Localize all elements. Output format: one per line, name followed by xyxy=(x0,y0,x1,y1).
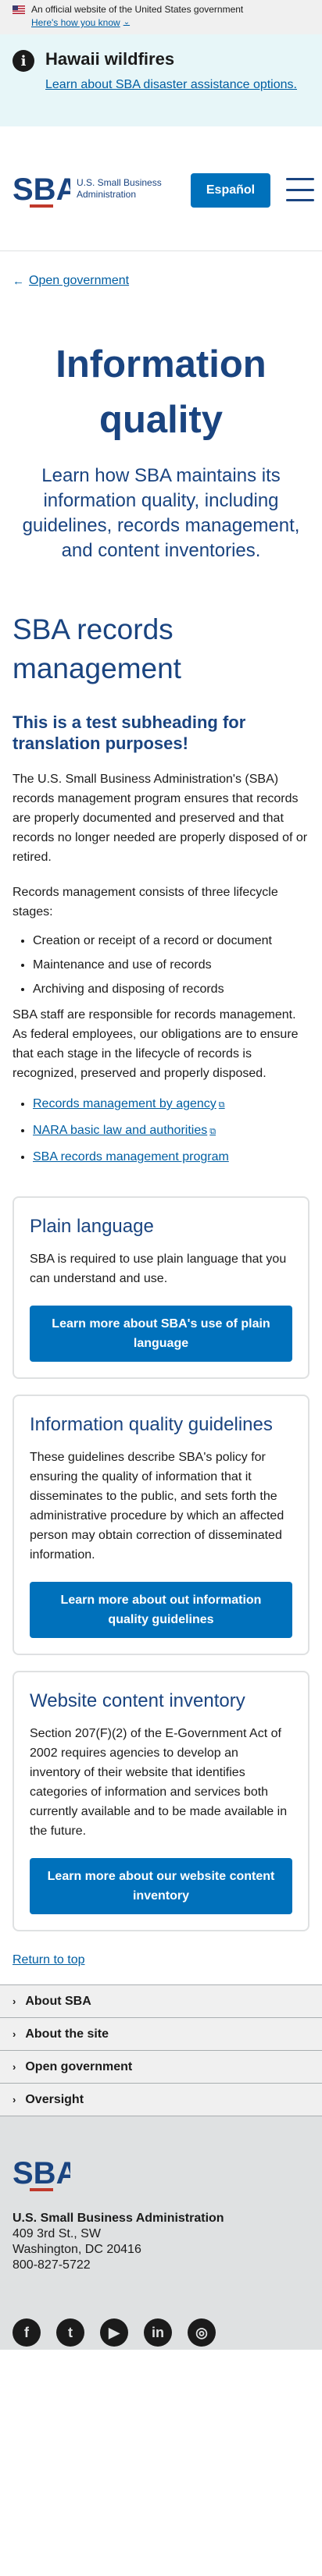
gov-banner: An official website of the United States… xyxy=(0,0,322,34)
card-title: Website content inventory xyxy=(30,1690,245,1711)
card-plain-language: Plain language SBA is required to use pl… xyxy=(13,1196,309,1379)
gov-banner-text: An official website of the United States… xyxy=(31,4,244,15)
card-body: SBA is required to use plain language th… xyxy=(30,1252,287,1285)
accordion-about-site[interactable]: › About the site xyxy=(0,2018,322,2051)
logo-line-2: Administration xyxy=(77,188,137,200)
external-link-icon: ⧉ xyxy=(209,1127,216,1136)
accordion-label: About the site xyxy=(25,2027,109,2041)
list-item: SBA records management program xyxy=(33,1149,309,1165)
social-links: f t ▶ in ◎ xyxy=(13,2318,309,2347)
disaster-alert: i Hawaii wildfires Learn about SBA disas… xyxy=(0,34,322,126)
external-link-icon: ⧉ xyxy=(218,1100,225,1110)
site-footer: SBA U.S. Small Business Administration 4… xyxy=(0,2116,322,2350)
info-icon: i xyxy=(13,50,34,72)
site-header: SBA U.S. Small Business Administration E… xyxy=(0,126,322,251)
stages-list: Creation or receipt of a record or docum… xyxy=(13,933,309,997)
content-inventory-button[interactable]: Learn more about our website content inv… xyxy=(30,1858,292,1914)
card-body: Section 207(F)(2) of the E-Government Ac… xyxy=(30,1727,288,1838)
records-by-agency-link[interactable]: Records management by agency ⧉ xyxy=(33,1097,225,1110)
page-title: Information quality xyxy=(55,343,267,441)
menu-icon[interactable] xyxy=(286,178,314,201)
chevron-right-icon: › xyxy=(13,2028,16,2040)
records-subheading: This is a test subheading for translatio… xyxy=(13,712,246,753)
twitter-icon[interactable]: t xyxy=(56,2318,84,2347)
accordion-oversight[interactable]: › Oversight xyxy=(0,2084,322,2116)
plain-language-button[interactable]: Learn more about SBA's use of plain lang… xyxy=(30,1306,292,1362)
sba-logo[interactable]: SBA U.S. Small Business Administration xyxy=(13,169,162,209)
return-to-top-link[interactable]: Return to top xyxy=(13,1953,309,1984)
info-quality-button[interactable]: Learn more about out information quality… xyxy=(30,1582,292,1638)
accordion-label: About SBA xyxy=(25,1994,91,2008)
footer-sba-logo[interactable]: SBA xyxy=(13,2152,78,2193)
chevron-right-icon: › xyxy=(13,2061,16,2073)
list-item: Archiving and disposing of records xyxy=(33,981,309,997)
card-title: Information quality guidelines xyxy=(30,1414,273,1435)
card-body: These guidelines describe SBA's policy f… xyxy=(30,1451,284,1562)
breadcrumb: ← Open government xyxy=(0,251,322,293)
footer-address-1: 409 3rd St., SW xyxy=(13,2227,101,2240)
card-info-quality: Information quality guidelines These gui… xyxy=(13,1395,309,1655)
accordion-label: Oversight xyxy=(25,2092,84,2106)
card-title: Plain language xyxy=(30,1216,154,1237)
sba-logo-mark: SBA xyxy=(13,172,70,208)
accordion-open-government[interactable]: › Open government xyxy=(0,2051,322,2084)
facebook-icon[interactable]: f xyxy=(13,2318,41,2347)
footer-org-name: U.S. Small Business Administration xyxy=(13,2212,224,2225)
logo-line-1: U.S. Small Business xyxy=(77,176,162,188)
youtube-icon[interactable]: ▶ xyxy=(100,2318,128,2347)
svg-text:SBA: SBA xyxy=(13,2156,70,2190)
footer-address-2: Washington, DC 20416 xyxy=(13,2243,141,2256)
records-heading: SBA records management xyxy=(13,613,181,684)
hero: Information quality Learn how SBA mainta… xyxy=(0,293,322,563)
records-stages-intro: Records management consists of three lif… xyxy=(13,886,278,918)
records-intro: The U.S. Small Business Administration's… xyxy=(13,773,308,864)
list-item: Records management by agency⧉ xyxy=(33,1096,309,1114)
records-links: Records management by agency⧉ NARA basic… xyxy=(13,1096,309,1165)
logo-text: U.S. Small Business Administration xyxy=(77,177,162,201)
page-lead: Learn how SBA maintains its information … xyxy=(22,465,300,561)
alert-title: Hawaii wildfires xyxy=(45,49,175,69)
footer-accordion: › About SBA › About the site › Open governm… xyxy=(0,1984,322,2116)
breadcrumb-open-government[interactable]: Open government xyxy=(29,274,129,288)
accordion-about-sba[interactable]: › About SBA xyxy=(0,1985,322,2018)
us-flag-icon xyxy=(13,5,25,14)
espanol-button[interactable]: Español xyxy=(191,173,270,208)
sba-records-program-link[interactable]: SBA records management program xyxy=(33,1150,229,1164)
chevron-right-icon: › xyxy=(13,2094,16,2105)
list-item: NARA basic law and authorities⧉ xyxy=(33,1122,309,1140)
nara-link[interactable]: NARA basic law and authorities ⧉ xyxy=(33,1124,216,1137)
chevron-down-icon: ⌄ xyxy=(123,18,131,27)
instagram-icon[interactable]: ◎ xyxy=(188,2318,216,2347)
arrow-left-icon: ← xyxy=(13,274,24,288)
card-content-inventory: Website content inventory Section 207(F)… xyxy=(13,1671,309,1931)
accordion-label: Open government xyxy=(25,2059,133,2073)
chevron-right-icon: › xyxy=(13,1995,16,2007)
list-item: Maintenance and use of records xyxy=(33,957,309,973)
list-item: Creation or receipt of a record or docum… xyxy=(33,933,309,949)
main-content: SBA records management This is a test su… xyxy=(0,610,322,1931)
heres-how-you-know-label: Here's how you know xyxy=(31,17,120,28)
records-staff: SBA staff are responsible for records ma… xyxy=(13,1008,299,1080)
svg-text:SBA: SBA xyxy=(13,172,70,207)
heres-how-you-know-link[interactable]: Here's how you know ⌄ xyxy=(31,16,309,30)
disaster-assistance-link[interactable]: Learn about SBA disaster assistance opti… xyxy=(45,75,297,95)
footer-phone: 800-827-5722 xyxy=(13,2258,91,2272)
linkedin-icon[interactable]: in xyxy=(144,2318,172,2347)
